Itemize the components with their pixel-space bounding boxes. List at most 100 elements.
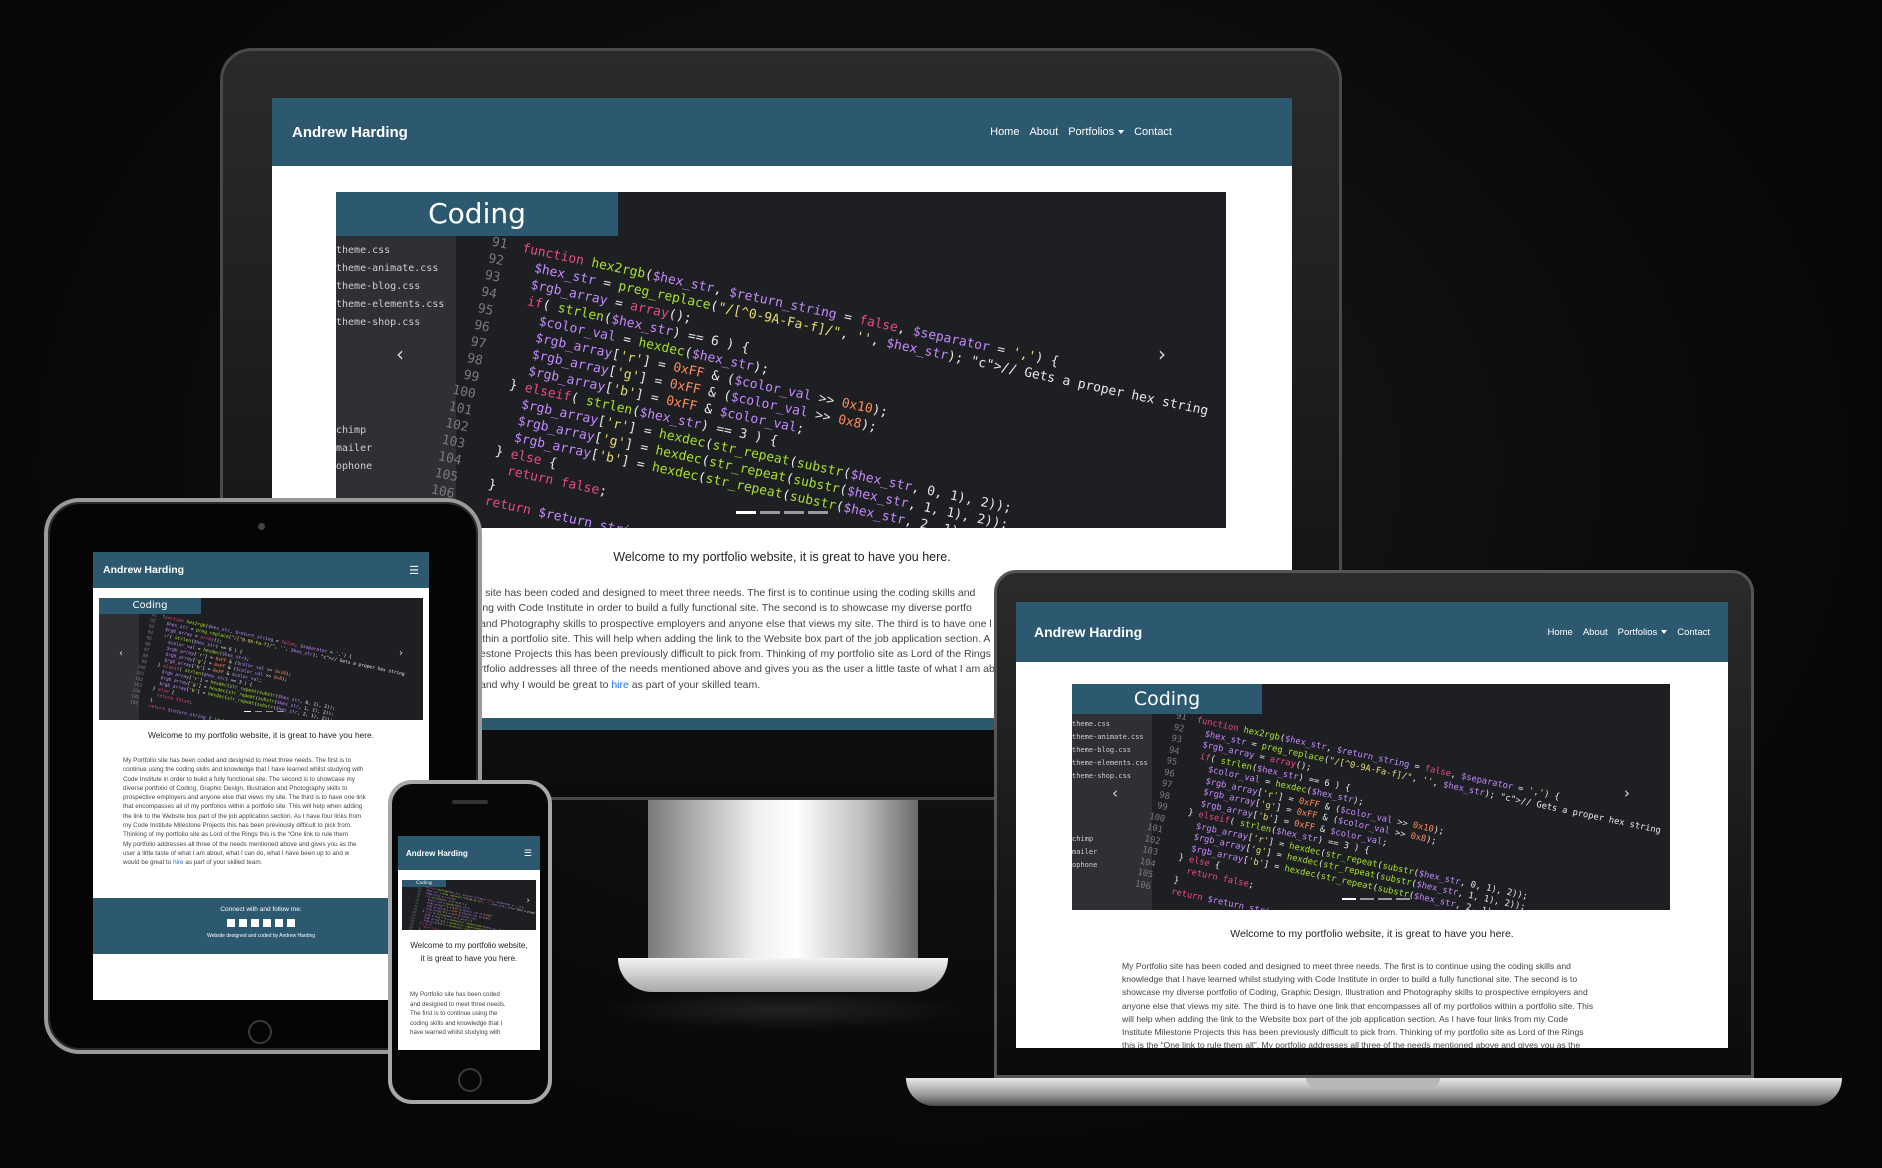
file-item: theme-elements.css	[336, 299, 445, 310]
navbar: Andrew Harding ☰	[398, 836, 540, 870]
file-item: theme-animate.css	[336, 263, 439, 274]
navbar: Andrew Harding Home About Portfolios Con…	[1016, 602, 1728, 662]
carousel-next-icon[interactable]: ›	[526, 896, 530, 906]
carousel-next-icon[interactable]: ›	[1624, 784, 1630, 802]
carousel-prev-icon[interactable]: ‹	[1112, 784, 1118, 802]
carousel-indicators	[1342, 898, 1414, 900]
intro-line: Institute Milestone Projects this has be…	[1122, 1027, 1584, 1038]
intro-text-part: and why I would be great to	[480, 678, 609, 691]
carousel-caption: Coding	[1072, 684, 1262, 714]
iphone-screen: Andrew Harding ☰ 91 function hex2rgb($he…	[398, 836, 540, 1050]
nav-portfolios-label: Portfolios	[1068, 126, 1115, 138]
nav-menu: Home About Portfolios Contact	[1537, 627, 1710, 638]
nav-portfolios-dropdown[interactable]: Portfolios	[1068, 126, 1125, 138]
code-listing: 91 function hex2rgb($hex_str, $return_st…	[429, 232, 1213, 528]
carousel-dot[interactable]	[255, 710, 262, 712]
carousel-prev-icon[interactable]: ‹	[396, 342, 404, 366]
hamburger-menu-icon[interactable]: ☰	[409, 564, 419, 577]
carousel-dot[interactable]	[277, 710, 284, 712]
welcome-heading: Welcome to my portfolio website, it is g…	[147, 730, 375, 740]
ipad-camera	[258, 523, 265, 530]
footer-credit: Website designed and coded by Andrew Har…	[206, 933, 316, 939]
intro-line: and designed to meet three needs.	[410, 1000, 506, 1008]
intro-line: user a little taste of what I am about, …	[123, 849, 350, 857]
intro-line: Thinking of my portfolio site as Lord of…	[123, 831, 349, 839]
carousel-caption: Coding	[99, 598, 201, 614]
brand-logo[interactable]: Andrew Harding	[292, 124, 408, 141]
nav-contact[interactable]: Contact	[1677, 627, 1710, 638]
carousel-indicators	[244, 710, 288, 712]
file-item: theme-shop.css	[336, 317, 421, 328]
nav-about[interactable]: About	[1029, 126, 1058, 138]
welcome-heading: Welcome to my portfolio website, it is g…	[1230, 928, 1514, 940]
nav-contact[interactable]: Contact	[1134, 126, 1172, 138]
carousel-dot[interactable]	[1360, 898, 1374, 900]
carousel-dot[interactable]	[736, 511, 756, 514]
imac-stand-foot	[618, 958, 948, 992]
carousel-dot[interactable]	[784, 511, 804, 514]
nav-home[interactable]: Home	[990, 126, 1019, 138]
nav-menu: Home About Portfolios Contact	[980, 126, 1172, 138]
carousel-dot[interactable]	[1342, 898, 1356, 900]
device-mockup-stage: Andrew Harding Home About Portfolios Con…	[0, 0, 1882, 1168]
nav-about[interactable]: About	[1583, 627, 1608, 638]
brand-logo[interactable]: Andrew Harding	[103, 564, 184, 576]
intro-line: have learned whilst studying with	[410, 1029, 501, 1037]
carousel-indicators	[736, 511, 832, 514]
intro-line: The first is to continue using the	[410, 1010, 498, 1018]
file-item: chimp	[336, 425, 367, 436]
hero-carousel: theme.css theme-animate.css theme-blog.c…	[1072, 684, 1670, 910]
intro-line: My Portfolio site has been coded and des…	[123, 757, 352, 764]
file-item: theme-blog.css	[1072, 746, 1132, 754]
hire-link[interactable]: hire	[173, 859, 184, 866]
macbook-notch	[1306, 1078, 1440, 1088]
carousel-dot[interactable]	[808, 511, 828, 514]
intro-text: My Portfolio site has been coded and des…	[1122, 960, 1622, 1048]
file-item: theme.css	[1072, 720, 1110, 728]
hamburger-menu-icon[interactable]: ☰	[524, 848, 532, 859]
brand-logo[interactable]: Andrew Harding	[1034, 624, 1142, 640]
facebook-icon[interactable]	[227, 919, 235, 927]
ipad-home-button	[248, 1020, 272, 1044]
behance-icon[interactable]	[275, 919, 283, 927]
intro-line: this is the “One link to rule them all”.…	[1122, 1040, 1581, 1048]
nav-home[interactable]: Home	[1547, 627, 1572, 638]
email-icon[interactable]	[287, 919, 295, 927]
social-links	[93, 919, 429, 927]
hero-carousel: theme.css theme-animate.css theme-blog.c…	[336, 192, 1226, 528]
intro-text-part: as part of your skilled team.	[185, 859, 263, 867]
iphone-home-button	[458, 1068, 482, 1092]
footer: Connect with and follow me: Website desi…	[93, 898, 429, 954]
carousel-next-icon[interactable]: ›	[399, 648, 403, 659]
chevron-down-icon	[1661, 629, 1668, 634]
carousel-prev-icon[interactable]: ‹	[119, 648, 123, 659]
intro-line: diverse portfolio of Coding, Graphic Des…	[123, 784, 348, 792]
chevron-down-icon	[1118, 130, 1125, 135]
carousel-dot[interactable]	[1378, 898, 1392, 900]
nav-portfolios-dropdown[interactable]: Portfolios	[1618, 627, 1668, 638]
navbar: Andrew Harding Home About Portfolios Con…	[272, 98, 1292, 166]
navbar: Andrew Harding ☰	[93, 552, 429, 588]
file-item: chimp	[1072, 835, 1094, 843]
footer-connect: Connect with and follow me:	[220, 906, 302, 913]
ipad-screen: Andrew Harding ☰ 91 function hex2rgb($he…	[93, 552, 429, 1000]
macbook-screen: Andrew Harding Home About Portfolios Con…	[1016, 602, 1728, 1048]
hero-carousel: 91 function hex2rgb($hex_str, $return_st…	[99, 598, 423, 720]
carousel-next-icon[interactable]: ›	[1158, 342, 1166, 366]
instagram-icon[interactable]	[251, 919, 259, 927]
hero-carousel: 91 function hex2rgb($hex_str, $return_st…	[402, 880, 536, 930]
carousel-dot[interactable]	[760, 511, 780, 514]
carousel-dot[interactable]	[244, 710, 251, 712]
carousel-dot[interactable]	[1396, 898, 1410, 900]
code-listing: 91 function hex2rgb($hex_str, $return_st…	[129, 612, 406, 720]
intro-line: that encompasses all of my portfolios wi…	[123, 803, 363, 811]
twitter-icon[interactable]	[263, 919, 271, 927]
brand-logo[interactable]: Andrew Harding	[406, 849, 468, 858]
iphone-speaker	[452, 800, 488, 804]
intro-line: will help when adding the link to the We…	[1122, 1013, 1569, 1024]
intro-line: coding skills and knowledge that I	[410, 1019, 503, 1027]
linkedin-icon[interactable]	[239, 919, 247, 927]
carousel-dot[interactable]	[266, 710, 273, 712]
hire-link[interactable]: hire	[611, 679, 629, 691]
intro-line: Code Institute in order to build a fully…	[123, 775, 355, 783]
